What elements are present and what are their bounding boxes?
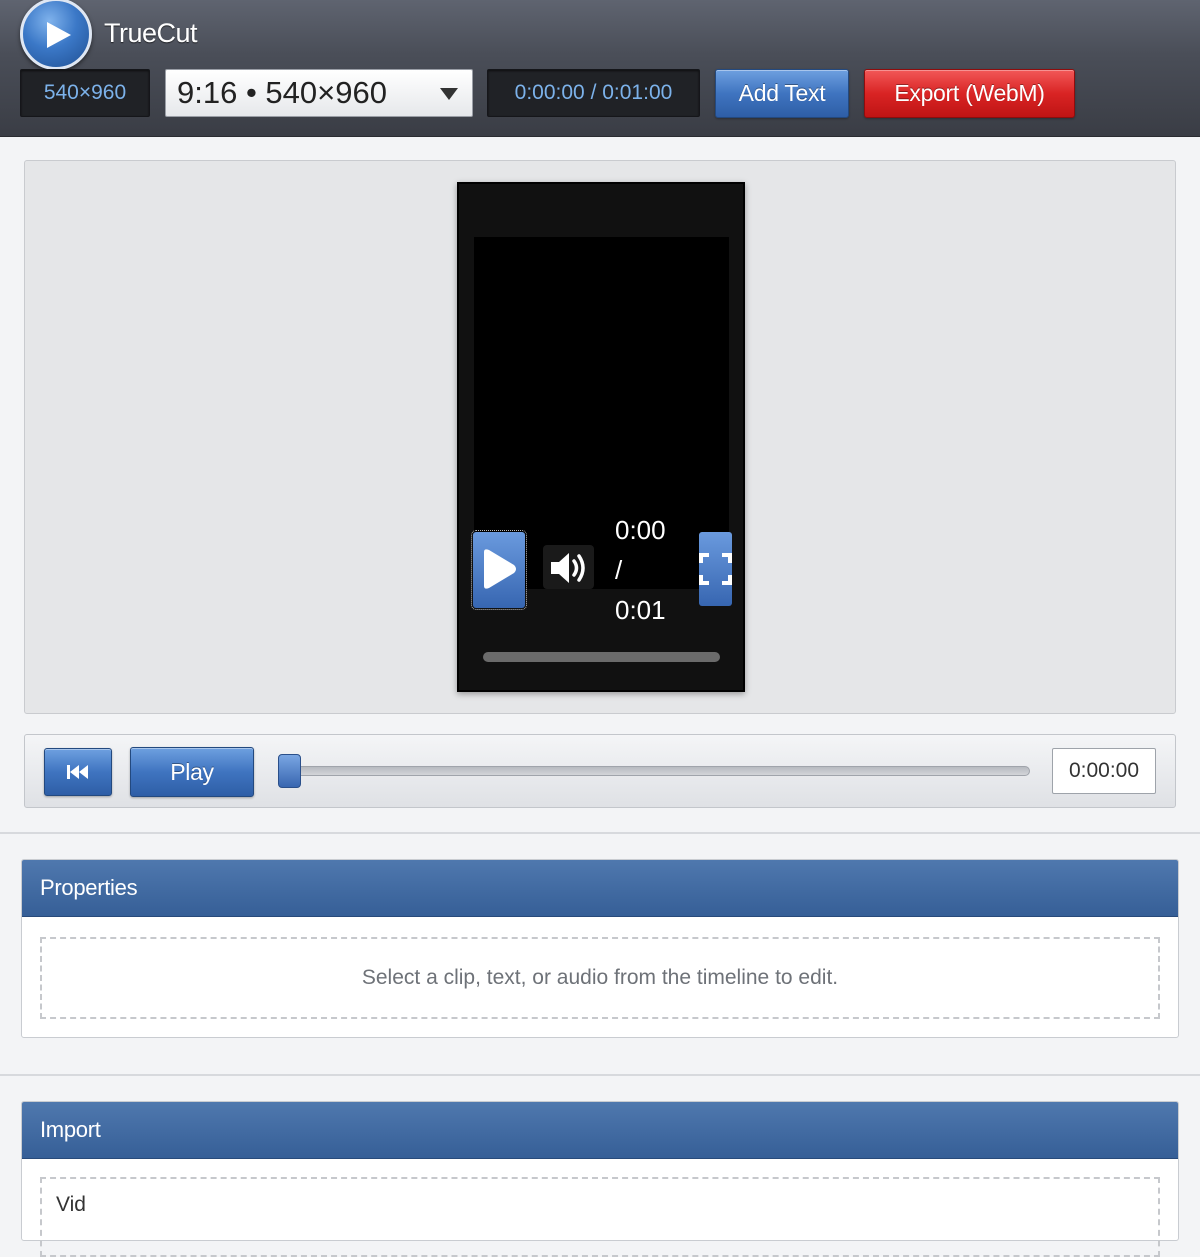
resolution-display: 540×960 bbox=[20, 69, 150, 117]
app-logo bbox=[20, 0, 92, 70]
play-triangle-icon bbox=[47, 22, 71, 48]
video-preview-frame: 0:00 / 0:01 bbox=[457, 182, 745, 692]
volume-button[interactable] bbox=[543, 545, 594, 589]
fullscreen-button[interactable] bbox=[699, 532, 732, 606]
player-time-readout: 0:00 / 0:01 bbox=[615, 510, 685, 630]
transport-bar: Play 0:00:00 bbox=[24, 734, 1176, 808]
volume-icon bbox=[551, 553, 585, 583]
player-duration: 0:01 bbox=[615, 595, 666, 625]
properties-header: Properties bbox=[22, 860, 1178, 917]
player-progress-bar[interactable] bbox=[483, 652, 720, 662]
aspect-ratio-select-value: 9:16 • 540×960 bbox=[177, 75, 387, 110]
timeline-scrubber-thumb[interactable] bbox=[278, 754, 301, 788]
player-current-time: 0:00 bbox=[615, 515, 666, 545]
preview-panel: 0:00 / 0:01 bbox=[24, 160, 1176, 714]
skip-back-icon bbox=[67, 765, 88, 779]
chevron-down-icon bbox=[440, 88, 458, 100]
section-divider bbox=[0, 1074, 1200, 1076]
top-toolbar: TrueCut 540×960 9:16 • 540×960 0:00:00 /… bbox=[0, 0, 1200, 137]
fullscreen-icon bbox=[699, 553, 732, 585]
import-header: Import bbox=[22, 1102, 1178, 1159]
timeline-scrubber-track[interactable] bbox=[279, 766, 1030, 776]
import-panel: Import Vid bbox=[21, 1101, 1179, 1257]
player-play-button[interactable] bbox=[471, 530, 527, 610]
properties-panel: Properties Select a clip, text, or audio… bbox=[21, 859, 1179, 1038]
add-text-button[interactable]: Add Text bbox=[715, 69, 849, 118]
app-title: TrueCut bbox=[104, 18, 198, 48]
import-video-label: Vid bbox=[56, 1193, 86, 1216]
play-icon bbox=[484, 549, 516, 589]
export-webm-button[interactable]: Export (WebM) bbox=[864, 69, 1075, 118]
current-time-input[interactable]: 0:00:00 bbox=[1052, 748, 1156, 794]
timecode-display: 0:00:00 / 0:01:00 bbox=[487, 69, 700, 117]
properties-empty-state: Select a clip, text, or audio from the t… bbox=[40, 937, 1160, 1019]
section-divider bbox=[0, 832, 1200, 834]
play-button[interactable]: Play bbox=[130, 747, 254, 797]
aspect-ratio-select[interactable]: 9:16 • 540×960 bbox=[165, 69, 473, 117]
player-time-separator: / bbox=[615, 555, 623, 585]
import-dropzone[interactable]: Vid bbox=[40, 1177, 1160, 1257]
rewind-button[interactable] bbox=[44, 748, 112, 796]
